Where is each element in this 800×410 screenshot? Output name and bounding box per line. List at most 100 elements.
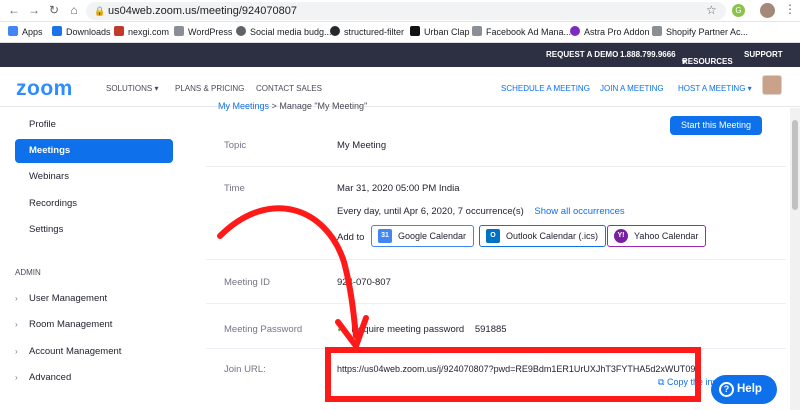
breadcrumb-separator: > [271, 101, 277, 111]
folder-icon [114, 26, 124, 36]
chevron-down-icon: ▾ [747, 84, 752, 93]
sidebar-item-webinars[interactable]: Webinars [15, 165, 173, 189]
google-calendar-icon: 31 [378, 229, 392, 243]
profile-avatar-icon[interactable] [760, 3, 775, 18]
urbanclap-icon [410, 26, 420, 36]
github-icon [330, 26, 340, 36]
sidebar-item-user-management[interactable]: › User Management [15, 293, 107, 304]
arrow-right-icon[interactable]: → [26, 3, 42, 17]
bookmarks-bar: Apps Downloads nexgi.com WordPress Socia… [0, 22, 800, 43]
bookmark-nexgi[interactable]: nexgi.com [114, 26, 169, 37]
divider [206, 348, 786, 349]
sidebar-item-recordings[interactable]: Recordings [15, 192, 173, 216]
checkmark-icon: ✔ [337, 324, 345, 334]
download-icon [52, 26, 62, 36]
chevron-down-icon: ▾ [154, 84, 159, 93]
sidebar-item-meetings[interactable]: Meetings [15, 139, 173, 163]
copy-icon: ⧉ [658, 377, 665, 387]
meeting-id-label: Meeting ID [224, 277, 270, 288]
bookmark-shopify-partner[interactable]: Shopify Partner Ac... [652, 26, 748, 37]
page-scrollbar[interactable] [790, 108, 800, 410]
outlook-icon: O [486, 229, 500, 243]
scrollbar-thumb[interactable] [792, 120, 798, 210]
sidebar-item-room-management[interactable]: › Room Management [15, 319, 112, 330]
add-to-label: Add to [337, 232, 365, 243]
bookmark-astra-pro[interactable]: Astra Pro Addon [570, 26, 650, 37]
url-text: us04web.zoom.us/meeting/924070807 [108, 5, 297, 17]
password-row: ✔ Require meeting password 591885 [337, 324, 507, 335]
google-calendar-button[interactable]: 31 Google Calendar [371, 225, 475, 247]
sidebar-item-account-management[interactable]: › Account Management [15, 346, 121, 357]
join-meeting-link[interactable]: JOIN A MEETING [600, 84, 664, 93]
recurrence-text: Every day, until Apr 6, 2020, 7 occurren… [337, 206, 625, 217]
globe-icon [236, 26, 246, 36]
bookmark-social-media[interactable]: Social media budg... [236, 26, 332, 37]
topic-label: Topic [224, 140, 247, 151]
sidebar-item-settings[interactable]: Settings [15, 218, 173, 242]
request-demo-link[interactable]: REQUEST A DEMO [546, 50, 618, 59]
topic-value: My Meeting [337, 140, 387, 151]
divider [206, 166, 786, 167]
divider [206, 259, 786, 260]
bookmark-star-icon[interactable]: ☆ [706, 3, 717, 17]
folder-icon [652, 26, 662, 36]
extension-grammarly-icon[interactable]: G [732, 4, 745, 17]
chevron-down-icon: ▾ [682, 57, 687, 66]
breadcrumb-current: Manage "My Meeting" [279, 101, 368, 111]
schedule-meeting-link[interactable]: SCHEDULE A MEETING [501, 84, 590, 93]
start-meeting-button[interactable]: Start this Meeting [670, 116, 762, 135]
zoom-logo[interactable]: zoom [16, 77, 73, 101]
time-value: Mar 31, 2020 05:00 PM India [337, 183, 460, 194]
support-link[interactable]: SUPPORT [744, 50, 783, 59]
meeting-detail: My Meetings > Manage "My Meeting" Start … [188, 101, 800, 410]
lock-icon: 🔒 [94, 6, 106, 16]
breadcrumb: My Meetings > Manage "My Meeting" [218, 101, 367, 111]
show-all-occurrences-link[interactable]: Show all occurrences [534, 206, 624, 217]
meeting-id-value: 924-070-807 [337, 277, 391, 288]
chevron-right-icon: › [15, 347, 18, 356]
solutions-menu[interactable]: SOLUTIONS ▾ [106, 84, 158, 93]
chevron-right-icon: › [15, 373, 18, 382]
chevron-right-icon: › [15, 320, 18, 329]
help-button[interactable]: ? Help [711, 375, 777, 404]
bookmark-urban-clap[interactable]: Urban Clap [410, 26, 470, 37]
join-url-label: Join URL: [224, 364, 266, 375]
browser-menu-icon[interactable]: ⋮ [784, 2, 796, 16]
yahoo-icon: Y! [614, 229, 628, 243]
password-label: Meeting Password [224, 324, 303, 335]
password-value: 591885 [474, 324, 507, 335]
bookmark-downloads[interactable]: Downloads [52, 26, 111, 37]
outlook-calendar-button[interactable]: O Outlook Calendar (.ics) [479, 225, 607, 247]
apps-grid-icon [8, 26, 18, 36]
chevron-right-icon: › [15, 294, 18, 303]
divider [206, 303, 786, 304]
arrow-left-icon[interactable]: ← [6, 3, 22, 17]
breadcrumb-my-meetings[interactable]: My Meetings [218, 101, 269, 111]
folder-icon [174, 26, 184, 36]
yahoo-calendar-button[interactable]: Y! Yahoo Calendar [607, 225, 707, 247]
home-icon[interactable]: ⌂ [66, 3, 82, 17]
sidebar-item-profile[interactable]: Profile [15, 113, 173, 137]
zoom-nav: zoom SOLUTIONS ▾ PLANS & PRICING CONTACT… [0, 67, 800, 107]
sidebar: Profile Meetings Webinars Recordings Set… [0, 108, 188, 410]
zoom-topbar: REQUEST A DEMO 1.888.799.9666 RESOURCES … [0, 43, 800, 67]
contact-sales-link[interactable]: CONTACT SALES [256, 84, 322, 93]
bookmark-facebook-ads[interactable]: Facebook Ad Mana... [472, 26, 571, 37]
time-label: Time [224, 183, 245, 194]
bookmark-wordpress[interactable]: WordPress [174, 26, 232, 37]
browser-toolbar: ← → ↻ ⌂ 🔒 us04web.zoom.us/meeting/924070… [0, 0, 800, 22]
host-meeting-menu[interactable]: HOST A MEETING ▾ [678, 84, 752, 93]
reload-icon[interactable]: ↻ [46, 3, 62, 17]
user-avatar[interactable] [762, 75, 782, 95]
phone-number[interactable]: 1.888.799.9666 [620, 50, 676, 59]
bookmark-apps[interactable]: Apps [8, 26, 43, 37]
address-bar[interactable]: 🔒 us04web.zoom.us/meeting/924070807 [86, 2, 726, 20]
astra-icon [570, 26, 580, 36]
join-url-value[interactable]: https://us04web.zoom.us/j/924070807?pwd=… [337, 364, 695, 374]
question-icon: ? [719, 382, 734, 397]
sidebar-item-advanced[interactable]: › Advanced [15, 372, 71, 383]
folder-icon [472, 26, 482, 36]
admin-heading: ADMIN [15, 268, 41, 277]
bookmark-structured-filter[interactable]: structured-filter [330, 26, 404, 37]
plans-pricing-link[interactable]: PLANS & PRICING [175, 84, 244, 93]
